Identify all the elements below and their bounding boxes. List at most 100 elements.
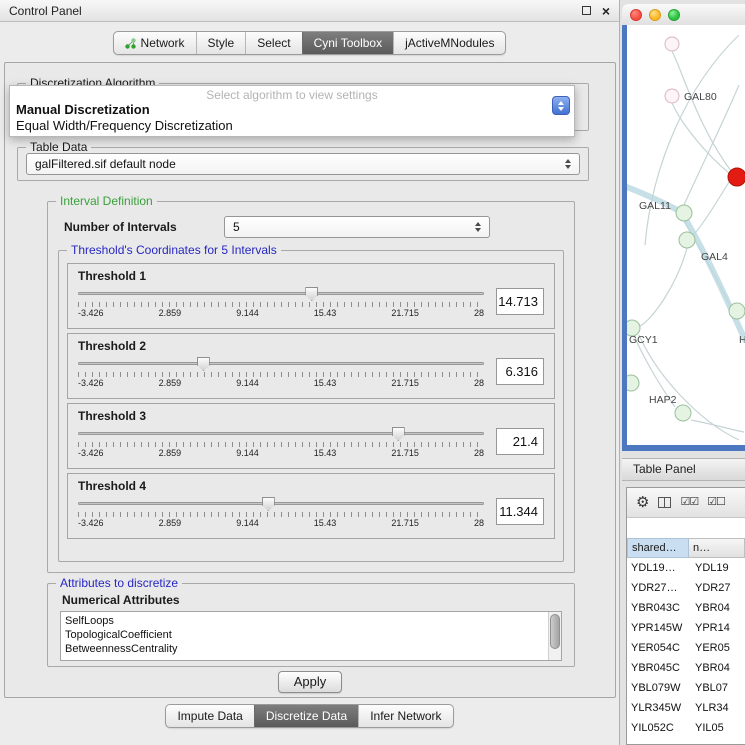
network-node[interactable] xyxy=(676,205,692,221)
cell-name[interactable]: YBR04 xyxy=(689,658,745,678)
column-chooser-icon[interactable] xyxy=(658,497,671,508)
network-edge[interactable] xyxy=(640,248,687,326)
threshold-slider[interactable]: -3.4262.8599.14415.4321.71528 xyxy=(78,425,484,458)
cell-shared-name[interactable]: YBR043C xyxy=(627,598,689,618)
slider-track[interactable] xyxy=(78,432,484,435)
network-node[interactable] xyxy=(675,405,691,421)
table-row[interactable]: YBR043C YBR04 xyxy=(627,598,745,618)
slider-track[interactable] xyxy=(78,292,484,295)
table-row[interactable]: YDR27… YDR27 xyxy=(627,578,745,598)
cell-name[interactable]: YBR04 xyxy=(689,598,745,618)
column-header-name[interactable]: n… xyxy=(689,538,745,558)
cell-shared-name[interactable]: YDL19… xyxy=(627,558,689,578)
cell-shared-name[interactable]: YDR27… xyxy=(627,578,689,598)
scale-label: -3.426 xyxy=(78,518,104,528)
select-all-icon[interactable]: ☑☑ xyxy=(680,497,698,508)
threshold-value-field[interactable]: 11.344 xyxy=(496,498,544,525)
cell-name[interactable]: YBL07 xyxy=(689,678,745,698)
threshold-value-field[interactable]: 6.316 xyxy=(496,358,544,385)
threshold-slider[interactable]: -3.4262.8599.14415.4321.71528 xyxy=(78,495,484,528)
tab-infer-network[interactable]: Infer Network xyxy=(358,705,452,727)
float-window-icon[interactable] xyxy=(582,6,591,15)
network-node[interactable] xyxy=(729,303,745,319)
listbox-scrollbar[interactable] xyxy=(548,612,561,660)
table-row[interactable]: YBR045C YBR04 xyxy=(627,658,745,678)
cell-shared-name[interactable]: YIL052C xyxy=(627,718,689,738)
slider-thumb[interactable] xyxy=(305,287,318,301)
scale-label: 15.43 xyxy=(314,448,337,458)
table-row[interactable]: YBL079W YBL07 xyxy=(627,678,745,698)
table-row[interactable]: YDL19… YDL19 xyxy=(627,558,745,578)
close-icon[interactable]: × xyxy=(602,6,610,16)
network-edge[interactable] xyxy=(639,335,739,440)
threshold-label: Threshold 1 xyxy=(78,269,544,283)
cell-shared-name[interactable]: YPR145W xyxy=(627,618,689,638)
cell-name[interactable]: YER05 xyxy=(689,638,745,658)
network-edge[interactable] xyxy=(691,420,744,432)
cell-name[interactable]: YDR27 xyxy=(689,578,745,598)
network-node[interactable] xyxy=(627,375,639,391)
network-edge[interactable] xyxy=(684,85,739,205)
cell-name[interactable]: YPR14 xyxy=(689,618,745,638)
network-edge[interactable] xyxy=(672,51,731,171)
cell-shared-name[interactable]: YLR345W xyxy=(627,698,689,718)
threshold-value-field[interactable]: 21.4 xyxy=(496,428,544,455)
cell-name[interactable]: YDL19 xyxy=(689,558,745,578)
list-item[interactable]: SelfLoops xyxy=(65,614,557,628)
threshold-slider[interactable]: -3.4262.8599.14415.4321.71528 xyxy=(78,355,484,388)
list-item[interactable]: BetweennessCentrality xyxy=(65,642,557,656)
table-row[interactable]: YPR145W YPR14 xyxy=(627,618,745,638)
apply-button[interactable]: Apply xyxy=(278,671,342,693)
number-of-intervals-combobox[interactable]: 5 xyxy=(224,216,490,238)
tab-label: jActiveMNodules xyxy=(405,36,494,50)
tab-select[interactable]: Select xyxy=(245,32,301,54)
close-traffic-light-icon[interactable] xyxy=(630,9,642,21)
tab-impute-data[interactable]: Impute Data xyxy=(166,705,253,727)
network-node[interactable] xyxy=(665,89,679,103)
cell-shared-name[interactable]: YBR045C xyxy=(627,658,689,678)
slider-thumb[interactable] xyxy=(262,497,275,511)
numerical-attributes-label: Numerical Attributes xyxy=(62,593,180,607)
slider-thumb[interactable] xyxy=(392,427,405,441)
list-item[interactable]: TopologicalCoefficient xyxy=(65,628,557,642)
column-header-shared-name[interactable]: shared… xyxy=(627,538,689,558)
network-edge[interactable] xyxy=(672,103,729,173)
algorithm-dropdown-popup: Select algorithm to view settings Manual… xyxy=(9,85,575,137)
tab-discretize-data[interactable]: Discretize Data xyxy=(254,705,358,727)
cell-shared-name[interactable]: YBL079W xyxy=(627,678,689,698)
table-row[interactable]: YER054C YER05 xyxy=(627,638,745,658)
number-of-intervals-label: Number of Intervals xyxy=(64,220,177,234)
network-node[interactable] xyxy=(679,232,695,248)
cell-shared-name[interactable]: YER054C xyxy=(627,638,689,658)
minimize-traffic-light-icon[interactable] xyxy=(649,9,661,21)
tab-style[interactable]: Style xyxy=(196,32,246,54)
select-none-icon[interactable]: ☑☐ xyxy=(707,497,725,508)
attributes-listbox[interactable]: SelfLoopsTopologicalCoefficientBetweenne… xyxy=(60,611,562,661)
gear-icon[interactable]: ⚙ xyxy=(636,495,649,510)
tab-jactivemnodules[interactable]: jActiveMNodules xyxy=(393,32,505,54)
slider-track[interactable] xyxy=(78,502,484,505)
table-spacer xyxy=(627,518,745,538)
threshold-slider[interactable]: -3.4262.8599.14415.4321.71528 xyxy=(78,285,484,318)
tab-network[interactable]: Network xyxy=(114,32,196,54)
algorithm-combo-stepper[interactable] xyxy=(552,96,570,115)
node-table-window: ⚙ ☑☑ ☑☐ shared… n… YDL19… YDL19 YDR27… Y… xyxy=(626,487,745,745)
slider-track[interactable] xyxy=(78,362,484,365)
network-canvas[interactable]: GAL80GAL11GAL4GCY1HAP2H xyxy=(627,25,745,445)
tab-cyni-toolbox[interactable]: Cyni Toolbox xyxy=(302,32,393,54)
table-row[interactable]: YIL052C YIL05 xyxy=(627,718,745,738)
table-row[interactable]: YLR345W YLR34 xyxy=(627,698,745,718)
network-node[interactable] xyxy=(665,37,679,51)
network-edge[interactable] xyxy=(693,182,729,235)
threshold-value-field[interactable]: 14.713 xyxy=(496,288,544,315)
cell-name[interactable]: YLR34 xyxy=(689,698,745,718)
cell-name[interactable]: YIL05 xyxy=(689,718,745,738)
scrollbar-thumb[interactable] xyxy=(550,614,560,649)
group-title: Interval Definition xyxy=(56,194,157,208)
network-node[interactable] xyxy=(728,168,745,186)
dropdown-option-manual[interactable]: Manual Discretization xyxy=(10,102,574,118)
dropdown-option-equal-width[interactable]: Equal Width/Frequency Discretization xyxy=(10,118,574,134)
zoom-traffic-light-icon[interactable] xyxy=(668,9,680,21)
slider-thumb[interactable] xyxy=(197,357,210,371)
table-data-combobox[interactable]: galFiltered.sif default node xyxy=(26,153,580,175)
